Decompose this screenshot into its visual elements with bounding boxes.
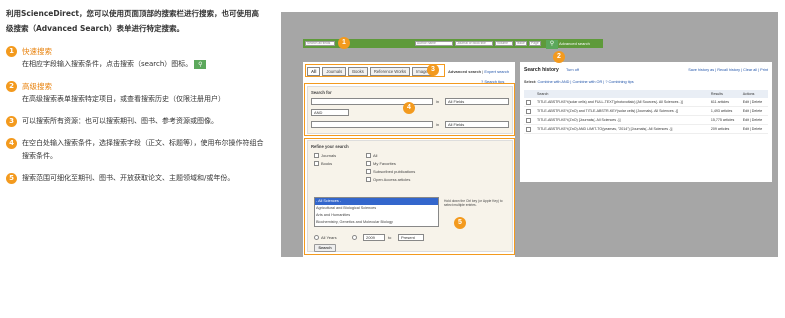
row-checkbox[interactable] bbox=[526, 108, 531, 114]
badge-4: 4 bbox=[403, 102, 415, 114]
table-row: TITLE-ABSTR-KEY(solar cells) and FULL-TE… bbox=[524, 98, 768, 107]
step-badge: 1 bbox=[6, 46, 17, 57]
step-title: 高级搜索 bbox=[22, 82, 52, 91]
row-checkbox[interactable] bbox=[526, 126, 531, 132]
volume-input[interactable]: Volume bbox=[495, 41, 513, 46]
turn-off-link[interactable]: Turn off bbox=[566, 68, 579, 72]
col-search: Search bbox=[535, 90, 709, 98]
step-2: 2 高级搜索 在高级搜索表单搜索特定项目，或查看搜索历史（仅限注册用户） bbox=[6, 80, 266, 106]
row-actions[interactable]: Edit | Delete bbox=[740, 106, 768, 116]
sciencedirect-screenshot: Search all fields Author name Journal or… bbox=[281, 12, 778, 257]
intro-text: 利用ScienceDirect，您可以使用页面顶部的搜索栏进行搜索，也可使用高级… bbox=[6, 9, 259, 33]
issue-input[interactable]: Issue bbox=[515, 41, 527, 46]
search-history-panel: Search history Turn off Save history as … bbox=[520, 62, 772, 182]
step-title: 快速搜索 bbox=[22, 47, 52, 56]
advanced-search-panel: All Journals Books Reference Works Image… bbox=[303, 62, 515, 257]
badge-5: 5 bbox=[454, 217, 466, 229]
badge-1: 1 bbox=[338, 37, 350, 49]
step-text: 在相应字段输入搜索条件，点击搜索（search）图标。 ⚲ bbox=[22, 58, 266, 71]
search-icon: ⚲ bbox=[194, 59, 207, 69]
step-badge: 5 bbox=[6, 173, 17, 184]
step-text: 搜索范围可细化至期刊、图书、开放获取论文、主题领域和/或年份。 bbox=[22, 174, 235, 182]
table-row: TITLE-ABSTR-KEY(ZnO) AND LIMIT-TO(yearna… bbox=[524, 124, 768, 134]
table-header: Search Results Actions bbox=[524, 90, 768, 98]
result-count[interactable]: 15,775 articles bbox=[708, 115, 741, 125]
table-row: TITLE-ABSTR-KEY(ZnO) [Journals(- All Sci… bbox=[524, 115, 768, 125]
query-link[interactable]: TITLE-ABSTR-KEY(solar cells) and FULL-TE… bbox=[535, 98, 709, 107]
tabs-highlight bbox=[305, 64, 445, 77]
row-actions[interactable]: Edit | Delete bbox=[740, 124, 768, 134]
refine-highlight bbox=[304, 138, 515, 255]
journal-title-input[interactable]: Journal or book title bbox=[455, 41, 493, 46]
step-text: 在高级搜索表单搜索特定项目，或查看搜索历史（仅限注册用户） bbox=[22, 95, 225, 103]
step-1: 1 快速搜索 在相应字段输入搜索条件，点击搜索（search）图标。 ⚲ bbox=[6, 45, 266, 71]
badge-3: 3 bbox=[427, 64, 439, 76]
page-input[interactable]: Page bbox=[529, 41, 541, 46]
instructions-panel: 利用ScienceDirect，您可以使用页面顶部的搜索栏进行搜索，也可使用高级… bbox=[6, 6, 266, 185]
search-all-fields-input[interactable]: Search all fields bbox=[305, 41, 335, 46]
step-text: 在空白处输入搜索条件，选择搜索字段（正文、标题等），使用布尔操作符组合搜索条件。 bbox=[22, 139, 264, 160]
author-name-input[interactable]: Author name bbox=[415, 41, 453, 46]
advanced-search-link[interactable]: Advanced search bbox=[559, 41, 590, 46]
badge-2: 2 bbox=[553, 51, 565, 63]
step-text: 可以搜索所有资源：也可以搜索期刊、图书、参考资源或图像。 bbox=[22, 117, 218, 125]
step-badge: 3 bbox=[6, 116, 17, 127]
history-title: Search history bbox=[524, 67, 559, 73]
table-row: TITLE-ABSTR-KEY(ZnO) and TITLE-ABSTR-KEY… bbox=[524, 106, 768, 116]
col-actions: Actions bbox=[740, 90, 768, 98]
advanced-search-tab[interactable]: Advanced search bbox=[448, 69, 481, 74]
row-checkbox[interactable] bbox=[526, 117, 531, 123]
select-row: Select: Combine with AND | Combine with … bbox=[524, 80, 634, 84]
result-count[interactable]: 611 articles bbox=[708, 98, 741, 107]
query-link[interactable]: TITLE-ABSTR-KEY(ZnO) [Journals(- All Sci… bbox=[535, 115, 709, 125]
history-table: Search Results Actions TITLE-ABSTR-KEY(s… bbox=[524, 90, 768, 134]
result-count[interactable]: 1,493 articles bbox=[708, 106, 741, 116]
query-link[interactable]: TITLE-ABSTR-KEY(ZnO) and TITLE-ABSTR-KEY… bbox=[535, 106, 709, 116]
query-link[interactable]: TITLE-ABSTR-KEY(ZnO) AND LIMIT-TO(yearna… bbox=[535, 124, 709, 134]
expert-search-link[interactable]: Expert search bbox=[484, 69, 509, 74]
step-4: 4 在空白处输入搜索条件，选择搜索字段（正文、标题等），使用布尔操作符组合搜索条… bbox=[6, 137, 266, 163]
search-icon[interactable]: ⚲ bbox=[546, 40, 558, 49]
step-badge: 4 bbox=[6, 138, 17, 149]
row-actions[interactable]: Edit | Delete bbox=[740, 115, 768, 125]
step-5: 5 搜索范围可细化至期刊、图书、开放获取论文、主题领域和/或年份。 bbox=[6, 172, 266, 185]
row-checkbox[interactable] bbox=[526, 99, 531, 105]
result-count[interactable]: 209 articles bbox=[708, 124, 741, 134]
col-results: Results bbox=[708, 90, 741, 98]
step-badge: 2 bbox=[6, 81, 17, 92]
history-actions[interactable]: Save history as | Recall history | Clear… bbox=[688, 68, 768, 72]
row-actions[interactable]: Edit | Delete bbox=[740, 98, 768, 107]
step-3: 3 可以搜索所有资源：也可以搜索期刊、图书、参考资源或图像。 bbox=[6, 115, 266, 128]
combine-links[interactable]: Combine with AND | Combine with OR | ? C… bbox=[538, 80, 634, 84]
search-mode-links: Advanced search | Expert search bbox=[448, 69, 510, 74]
